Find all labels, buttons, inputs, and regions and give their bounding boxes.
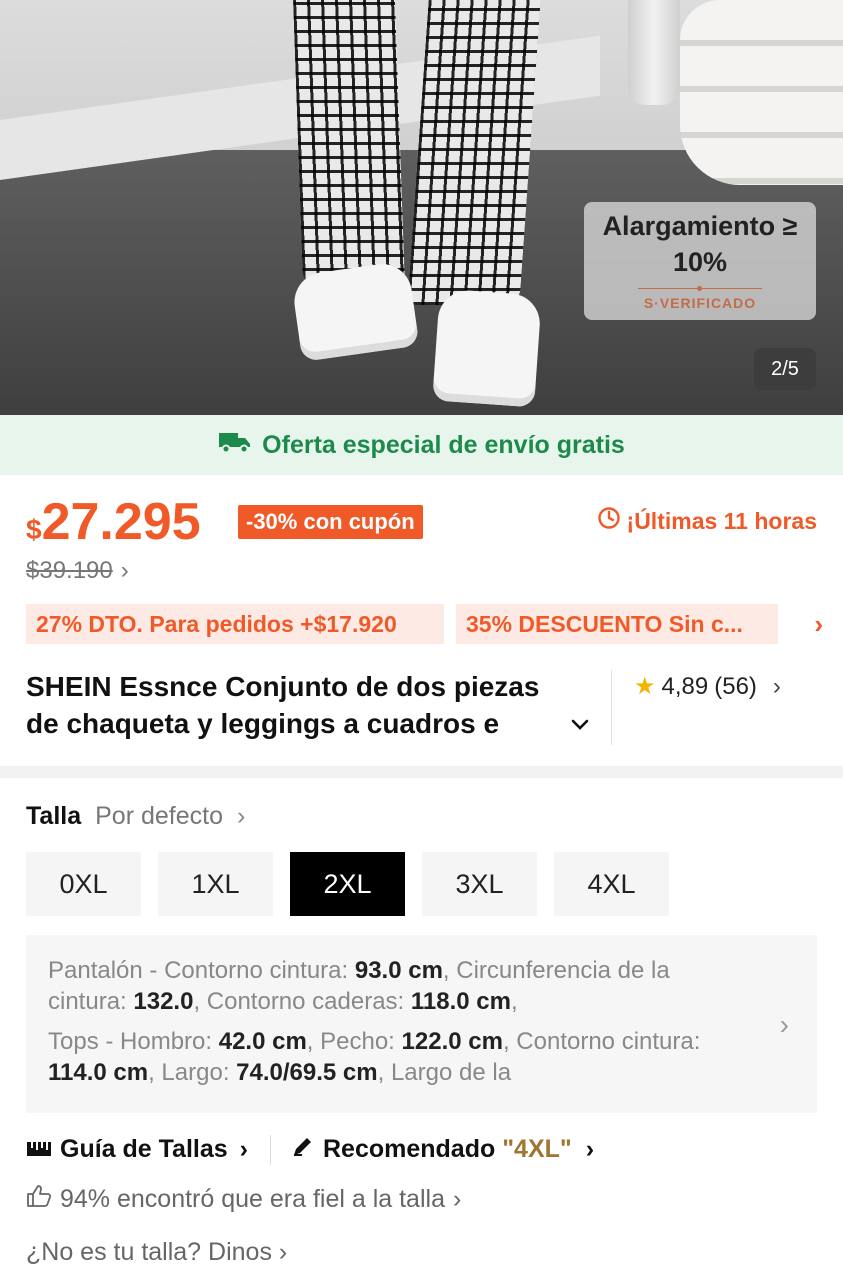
product-title[interactable]: SHEIN Essnce Conjunto de dos piezas de c… <box>26 668 606 742</box>
size-header[interactable]: Talla Por defecto › <box>26 802 245 831</box>
divider <box>269 1134 271 1165</box>
recommended-size[interactable]: Recomendado "4XL" <box>323 1135 572 1164</box>
product-image[interactable]: Alargamiento ≥ 10% S·VERIFICADO 2/5 <box>0 0 843 415</box>
ruler-icon <box>26 1135 52 1164</box>
measure-value: 132.0 <box>133 988 194 1015</box>
recommended-label: Recomendado <box>322 1135 503 1163</box>
currency-symbol: $ <box>26 514 42 545</box>
rating-value: 4,89 <box>661 672 709 700</box>
measure-label: , Contorno cintura: <box>502 1028 701 1055</box>
verified-label: S·VERIFICADO <box>643 295 757 311</box>
countdown-text: ¡Últimas 11 horas <box>626 507 817 534</box>
chevron-right-icon: › <box>779 1009 789 1040</box>
thumbs-up-icon <box>26 1184 52 1215</box>
free-shipping-banner[interactable]: Oferta especial de envío gratis <box>0 415 843 475</box>
size-feedback-link[interactable]: ¿No es tu talla? Dinos › <box>26 1238 287 1267</box>
original-price-value: $39.190 <box>26 557 113 584</box>
chevron-right-icon: › <box>278 1238 288 1266</box>
coupon-badge[interactable]: -30% con cupón <box>238 505 423 539</box>
measure-label: , <box>510 988 518 1015</box>
review-count: (56) <box>714 672 757 700</box>
chevron-right-icon: › <box>236 802 246 830</box>
star-icon: ★ <box>634 673 656 700</box>
size-options: 0XL 1XL 2XL 3XL 4XL <box>26 852 669 916</box>
measure-value: 93.0 cm <box>354 957 443 984</box>
size-option[interactable]: 3XL <box>422 852 537 916</box>
size-label: Talla <box>26 802 82 830</box>
photo-sofa <box>680 0 843 185</box>
sale-price: $ 27.295 <box>26 494 201 550</box>
measure-value: 122.0 cm <box>401 1028 503 1055</box>
tops-measurements: Tops - Hombro: 42.0 cm, Pecho: 122.0 cm,… <box>48 1026 738 1088</box>
fit-text: 94% encontró que era fiel a la talla <box>60 1185 445 1213</box>
promo-tag[interactable]: 27% DTO. Para pedidos +$17.920 <box>26 604 444 644</box>
pencil-icon <box>291 1134 315 1165</box>
size-measurements[interactable]: Pantalón - Contorno cintura: 93.0 cm, Ci… <box>26 935 817 1113</box>
promo-tag[interactable]: 35% DESCUENTO Sin c... <box>456 604 778 644</box>
stretch-badge: Alargamiento ≥ 10% S·VERIFICADO <box>584 202 816 320</box>
photo-right-shoe <box>432 288 542 408</box>
countdown: ¡Últimas 11 horas <box>597 506 817 536</box>
photo-left-leg <box>293 0 405 285</box>
fit-feedback[interactable]: 94% encontró que era fiel a la talla › <box>26 1184 461 1215</box>
measure-label: , Largo de la <box>377 1059 512 1086</box>
measure-value: 114.0 cm <box>48 1059 149 1086</box>
stretch-badge-line1: Alargamiento ≥ <box>602 211 798 241</box>
photo-right-leg <box>407 0 541 305</box>
promo-row[interactable]: 27% DTO. Para pedidos +$17.920 35% DESCU… <box>26 604 823 644</box>
measure-label: Tops - Hombro: <box>48 1028 219 1055</box>
measure-value: 74.0/69.5 cm <box>236 1059 378 1086</box>
photo-vase <box>628 0 680 105</box>
chevron-right-icon: › <box>452 1185 462 1213</box>
chevron-down-icon[interactable] <box>570 712 590 738</box>
chevron-right-icon: › <box>120 557 129 584</box>
badge-divider <box>638 286 762 291</box>
truck-icon <box>218 430 252 461</box>
measure-value: 42.0 cm <box>218 1028 307 1055</box>
divider <box>611 670 612 745</box>
product-title-line2: de chaqueta y leggings a cuadros e <box>26 708 500 739</box>
size-option[interactable]: 0XL <box>26 852 141 916</box>
measure-label: , Largo: <box>148 1059 237 1086</box>
size-system: Por defecto <box>95 802 223 830</box>
chevron-right-icon[interactable]: › <box>586 1135 594 1164</box>
size-guide-link[interactable]: Guía de Tallas <box>60 1135 228 1164</box>
size-guide-row: Guía de Tallas › Recomendado "4XL" › <box>26 1134 594 1165</box>
measure-label: , Pecho: <box>306 1028 402 1055</box>
recommended-value: "4XL" <box>502 1135 572 1163</box>
measure-label: , Contorno caderas: <box>193 988 411 1015</box>
size-feedback-text: ¿No es tu talla? Dinos <box>26 1238 272 1266</box>
price-value: 27.295 <box>41 493 201 551</box>
original-price[interactable]: $39.190 › <box>26 557 129 585</box>
rating[interactable]: ★ 4,89 (56) › <box>634 672 781 701</box>
clock-icon <box>597 506 621 536</box>
chevron-right-icon[interactable]: › <box>240 1135 248 1164</box>
size-option-selected[interactable]: 2XL <box>290 852 405 916</box>
chevron-right-icon: › <box>772 672 781 700</box>
section-divider <box>0 766 843 778</box>
measure-value: 118.0 cm <box>410 988 511 1015</box>
photo-left-shoe <box>290 260 420 362</box>
product-title-line1: SHEIN Essnce Conjunto de dos piezas <box>26 671 540 702</box>
image-counter: 2/5 <box>754 348 816 390</box>
free-shipping-text: Oferta especial de envío gratis <box>262 430 625 459</box>
chevron-right-icon[interactable]: › <box>814 609 823 640</box>
size-option[interactable]: 1XL <box>158 852 273 916</box>
measurements-text: Pantalón - Contorno cintura: 93.0 cm, Ci… <box>48 955 738 1088</box>
measure-label: Pantalón - Contorno cintura: <box>48 957 355 984</box>
size-option[interactable]: 4XL <box>554 852 669 916</box>
stretch-badge-line2: 10% <box>672 247 728 277</box>
